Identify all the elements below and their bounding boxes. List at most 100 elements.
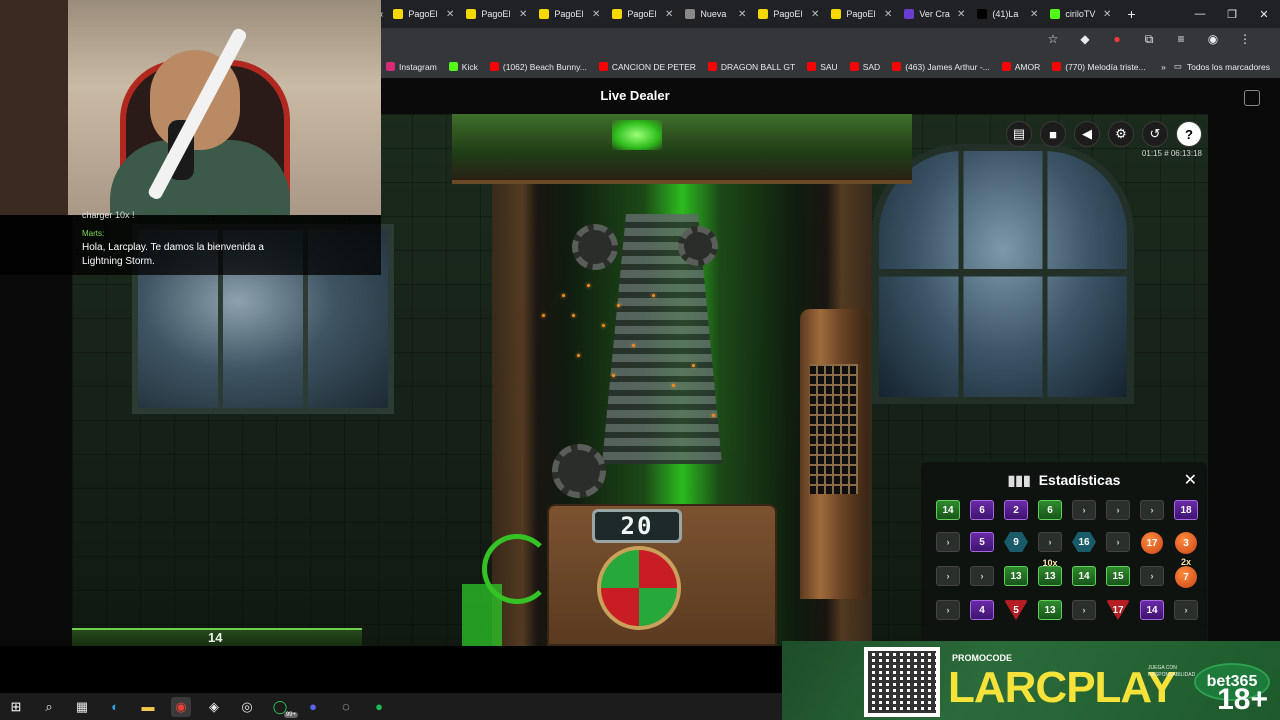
minimize-button[interactable]: — [1184,0,1216,28]
browser-tab[interactable]: PagoEl ✕ [460,0,533,28]
bookmark-item[interactable]: AMOR [996,62,1047,72]
profile-avatar-icon[interactable]: ◉ [1204,32,1222,47]
extension-icon[interactable]: ◆ [1076,32,1094,47]
result-value: 6 [1047,504,1053,516]
whatsapp-icon[interactable]: ◯ 99+ [270,697,298,718]
bookmark-item[interactable]: (463) James Arthur -... [886,62,996,72]
statistics-title: Estadísticas [1038,472,1121,488]
spark [632,344,635,347]
result-number: 2 [1004,500,1028,520]
tab-close-icon[interactable]: ✕ [884,9,892,20]
media-control-icon[interactable]: ≡ [1172,32,1190,47]
result-cell-wrap: 13 10x [1033,558,1067,588]
browser-tab[interactable]: ciriloTV ✕ [1044,0,1117,28]
browser-tab[interactable]: Nueva ✕ [679,0,752,28]
maximize-button[interactable]: ❐ [1216,0,1248,28]
result-value: › [946,537,950,547]
result-cell-wrap: › [1135,500,1169,520]
spark [672,384,675,387]
tab-label: PagoEl [773,9,803,19]
bookmark-favicon-icon [707,62,717,71]
app-icon[interactable]: ◈ [204,697,224,717]
bookmark-item[interactable]: Instagram [380,62,443,72]
bookmark-item[interactable]: SAU [801,62,843,72]
tab-label: PagoEl [408,9,438,19]
windows-start-icon[interactable]: ⊞ [6,697,26,717]
result-cell-wrap: 5 15x [999,600,1033,620]
browser-tab[interactable]: PagoEl ✕ [533,0,606,28]
close-icon[interactable]: ✕ [1184,470,1197,490]
result-value: 5 [1013,604,1019,616]
tab-close-icon[interactable]: ✕ [957,9,965,20]
settings-gear-icon[interactable]: ⚙ [1108,121,1134,147]
browser-tab[interactable]: PagoEl ✕ [606,0,679,28]
chat-icon[interactable]: ▤ [1006,121,1032,147]
result-value: 4 [979,604,985,616]
edge-browser-icon[interactable]: ◐ [105,697,125,717]
bookmark-item[interactable]: DRAGON BALL GT [702,62,801,72]
new-tab-button[interactable]: + [1117,6,1145,22]
tab-close-icon[interactable]: ✕ [665,9,673,20]
fullscreen-icon[interactable] [1244,90,1260,106]
video-camera-icon[interactable]: ■ [1040,121,1066,147]
search-icon[interactable]: ⌕ [39,697,59,717]
promo-code: LARCPLAY [948,663,1177,712]
result-arrow-icon: › [1072,600,1096,620]
result-cell-wrap: › [1101,532,1135,554]
all-bookmarks-folder[interactable]: ▭ Todos los marcadores [1174,61,1280,72]
tab-close-icon[interactable]: ✕ [592,9,600,20]
result-number: 5 [970,532,994,552]
result-number: 6 [1038,500,1062,520]
extension-red-icon[interactable]: ● [1108,32,1126,47]
browser-tab[interactable]: PagoEl ✕ [825,0,898,28]
discord-icon[interactable]: ● [303,697,323,717]
folder-icon: ▭ [1173,61,1182,71]
steam-icon[interactable]: ◌ [336,697,356,717]
spotify-icon[interactable]: ● [369,697,389,717]
volume-icon[interactable]: ◀ [1074,121,1100,147]
result-number: 16 [1072,532,1096,552]
chrome-icon[interactable]: ◉ [171,696,191,717]
bookmark-item[interactable]: Kick [443,62,484,72]
history-icon[interactable]: ↺ [1142,121,1168,147]
browser-tab[interactable]: (41)La ✕ [971,0,1044,28]
tab-close-icon[interactable]: ✕ [811,9,819,20]
result-number: 13 [1038,600,1062,620]
age-restriction: 18+ [1217,683,1268,716]
notification-badge: 99+ [283,711,298,718]
result-value: › [1082,605,1086,615]
result-arrow-icon: › [1106,500,1130,520]
bookmark-item[interactable]: CANCION DE PETER [593,62,702,72]
close-window-button[interactable]: ✕ [1248,0,1280,28]
more-bookmarks-chevron-icon[interactable]: » [1153,62,1174,72]
extensions-puzzle-icon[interactable]: ⧉ [1140,32,1158,47]
game-toolbar: ▤ ■ ◀ ⚙ ↺ ? [1006,121,1202,147]
tab-close-icon[interactable]: ✕ [446,9,454,20]
folder-icon[interactable]: ▬ [138,697,158,717]
tab-close-icon[interactable]: ✕ [1103,9,1111,20]
countdown-display: 20 [592,509,682,543]
multiplier-badge: 2x [1180,557,1192,567]
result-cell-wrap: › [1067,500,1101,520]
time-and-round: 01:15 # 06:13:18 [1142,149,1202,158]
bookmark-item[interactable]: (770) Melodía triste... [1046,62,1151,72]
menu-kebab-icon[interactable]: ⋮ [1236,32,1254,47]
bookmark-item[interactable]: SAD [844,62,886,72]
gear-icon [572,224,618,270]
help-icon[interactable]: ? [1176,121,1202,147]
spark [602,324,605,327]
tab-close-icon[interactable]: ✕ [1030,9,1038,20]
file-manager-icon[interactable]: ▦ [72,697,92,717]
bookmark-favicon-icon [448,62,458,71]
bookmark-star-icon[interactable]: ☆ [1044,32,1062,47]
gear-icon [552,444,606,498]
obs-icon[interactable]: ◎ [237,697,257,717]
browser-tab[interactable]: PagoEl ✕ [387,0,460,28]
tab-close-icon[interactable]: ✕ [738,9,746,20]
browser-tab[interactable]: Ver Cra ✕ [898,0,971,28]
bookmark-item[interactable]: (1062) Beach Bunny... [484,62,593,72]
spark [612,374,615,377]
browser-tab[interactable]: PagoEl ✕ [752,0,825,28]
tab-label: PagoEl [627,9,657,19]
tab-close-icon[interactable]: ✕ [519,9,527,20]
